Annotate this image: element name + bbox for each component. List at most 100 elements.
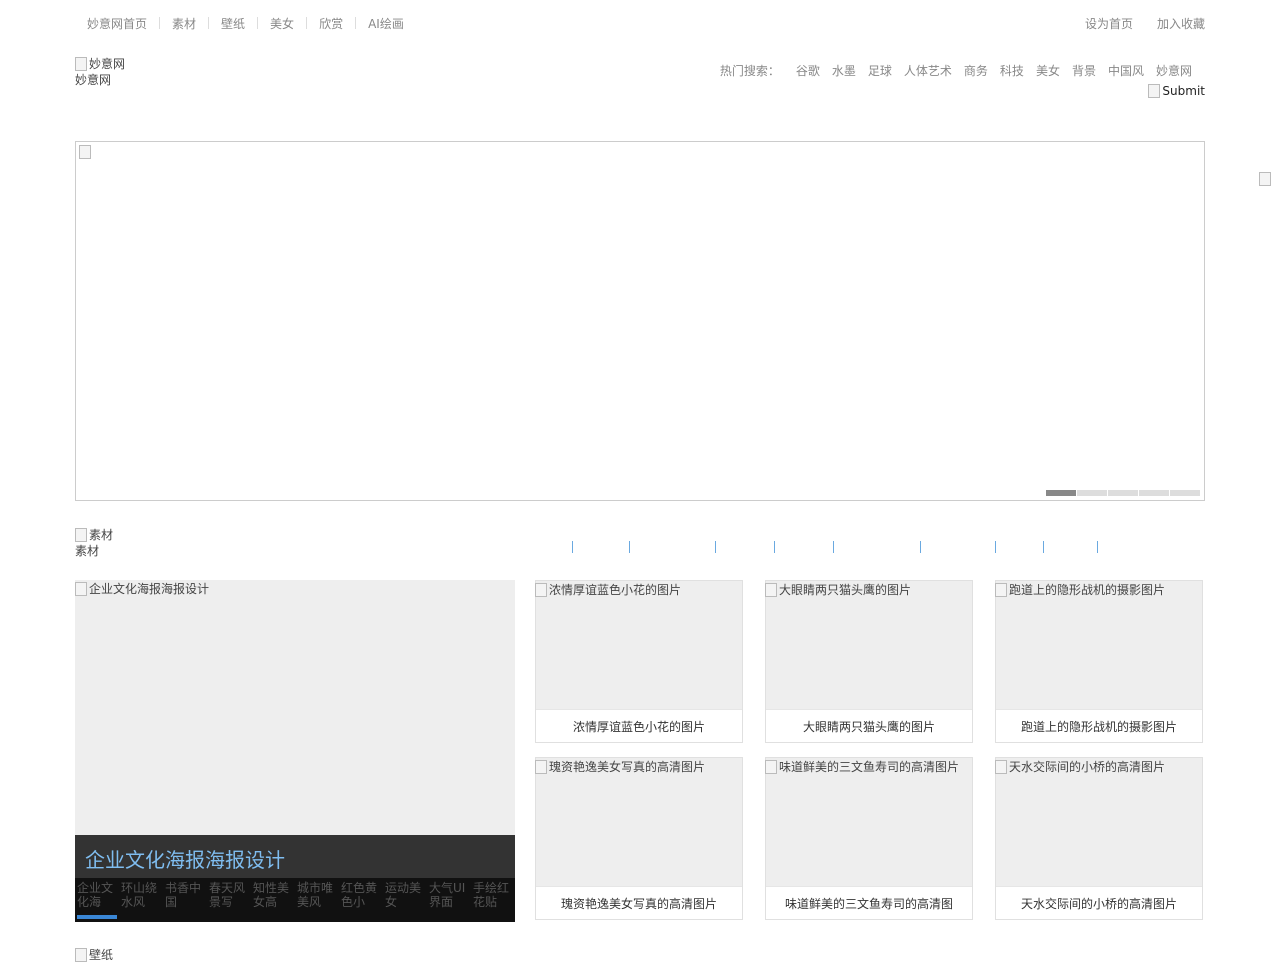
card-title[interactable]: 跑道上的隐形战机的摄影图片 bbox=[996, 709, 1202, 742]
feature-thumb[interactable]: 知性美女高 bbox=[251, 878, 295, 922]
feature-thumb[interactable]: 红色黄色小 bbox=[339, 878, 383, 922]
add-favorite-link[interactable]: 加入收藏 bbox=[1145, 15, 1205, 32]
nav-wallpaper-link[interactable]: 壁纸 bbox=[209, 15, 257, 32]
card-image: 瑰资艳逸美女写真的高清图片 bbox=[535, 758, 705, 775]
nav-ai-drawing-link[interactable]: AI绘画 bbox=[356, 15, 416, 32]
feature-image: 企业文化海报海报设计 bbox=[75, 580, 209, 597]
feature-thumbnails: 企业文化海 环山绕水风 书香中国 春天风景写 知性美女高 城市唯美风 红色黄色小… bbox=[75, 878, 515, 922]
card-title[interactable]: 浓情厚谊蓝色小花的图片 bbox=[536, 709, 742, 742]
slider-dots bbox=[1046, 490, 1200, 496]
section-tab[interactable] bbox=[716, 540, 774, 554]
hot-term-link[interactable]: 水墨 bbox=[832, 62, 856, 79]
thumb-alt: 企业文化海 bbox=[77, 881, 114, 909]
image-card[interactable]: 大眼睛两只猫头鹰的图片 大眼睛两只猫头鹰的图片 bbox=[765, 580, 973, 743]
section-tab[interactable] bbox=[1044, 540, 1097, 554]
hot-term-link[interactable]: 妙意网 bbox=[1156, 62, 1192, 79]
banner-slider[interactable] bbox=[75, 141, 1205, 501]
card-image-alt: 浓情厚谊蓝色小花的图片 bbox=[549, 583, 682, 597]
section-tabs bbox=[560, 540, 1098, 554]
slider-dot[interactable] bbox=[1077, 490, 1107, 496]
feature-thumb[interactable]: 企业文化海 bbox=[75, 878, 119, 922]
hot-term-link[interactable]: 背景 bbox=[1072, 62, 1096, 79]
broken-image-icon bbox=[995, 582, 1007, 597]
thumb-alt: 环山绕水风 bbox=[121, 881, 158, 909]
nav-appreciate-link[interactable]: 欣赏 bbox=[307, 15, 355, 32]
card-image: 浓情厚谊蓝色小花的图片 bbox=[535, 581, 681, 598]
feature-thumb[interactable]: 书香中国 bbox=[163, 878, 207, 922]
card-title[interactable]: 瑰资艳逸美女写真的高清图片 bbox=[536, 886, 742, 919]
feature-thumb[interactable]: 环山绕水风 bbox=[119, 878, 163, 922]
broken-image-icon bbox=[535, 582, 547, 597]
search-submit-button[interactable]: Submit bbox=[1148, 84, 1205, 98]
feature-image-alt: 企业文化海报海报设计 bbox=[89, 582, 210, 596]
nav-material-link[interactable]: 素材 bbox=[160, 15, 208, 32]
feature-thumb[interactable]: 春天风景写 bbox=[207, 878, 251, 922]
feature-caption-bar: 企业文化海报海报设计 bbox=[75, 835, 515, 878]
broken-image-icon bbox=[79, 145, 91, 159]
slider-dot[interactable] bbox=[1170, 490, 1200, 496]
thumb-alt: 红色黄色小 bbox=[341, 881, 378, 909]
logo-text: 妙意网 bbox=[75, 73, 112, 87]
section-icon: 素材 bbox=[75, 527, 113, 543]
card-image: 天水交际间的小桥的高清图片 bbox=[995, 758, 1165, 775]
image-card[interactable]: 浓情厚谊蓝色小花的图片 浓情厚谊蓝色小花的图片 bbox=[535, 580, 743, 743]
hot-search: 热门搜索： 谷歌 水墨 足球 人体艺术 商务 科技 美女 背景 中国风 妙意网 bbox=[720, 62, 1192, 79]
card-image: 味道鲜美的三文鱼寿司的高清图片 bbox=[765, 758, 959, 775]
hot-term-link[interactable]: 科技 bbox=[1000, 62, 1024, 79]
feature-thumb[interactable]: 城市唯美风 bbox=[295, 878, 339, 922]
card-title[interactable]: 天水交际间的小桥的高清图片 bbox=[996, 886, 1202, 919]
hot-term-link[interactable]: 人体艺术 bbox=[904, 62, 952, 79]
section-tab[interactable] bbox=[834, 540, 920, 554]
feature-slideshow[interactable]: 企业文化海报海报设计 企业文化海报海报设计 企业文化海 环山绕水风 书香中国 春… bbox=[75, 580, 515, 922]
card-image-alt: 大眼睛两只猫头鹰的图片 bbox=[779, 583, 912, 597]
broken-image-icon bbox=[75, 947, 87, 962]
broken-image-icon bbox=[535, 759, 547, 774]
site-logo[interactable]: 妙意网 妙意网 bbox=[75, 56, 125, 88]
section-tab[interactable] bbox=[775, 540, 833, 554]
nav-beauty-link[interactable]: 美女 bbox=[258, 15, 306, 32]
section-tab[interactable] bbox=[996, 540, 1043, 554]
section-tab[interactable] bbox=[573, 540, 629, 554]
broken-image-icon bbox=[765, 582, 777, 597]
hot-term-link[interactable]: 美女 bbox=[1036, 62, 1060, 79]
thumb-alt: 大气UI界面 bbox=[429, 881, 466, 909]
slider-dot[interactable] bbox=[1046, 490, 1076, 496]
hot-term-link[interactable]: 谷歌 bbox=[796, 62, 820, 79]
feature-thumb[interactable]: 大气UI界面 bbox=[427, 878, 471, 922]
image-card[interactable]: 瑰资艳逸美女写真的高清图片 瑰资艳逸美女写真的高清图片 bbox=[535, 757, 743, 920]
feature-thumb[interactable]: 手绘红花贴 bbox=[471, 878, 515, 922]
logo-image-alt: 妙意网 bbox=[89, 57, 126, 71]
section-wallpaper-header: 壁纸 bbox=[75, 946, 113, 963]
hot-term-link[interactable]: 足球 bbox=[868, 62, 892, 79]
set-homepage-link[interactable]: 设为首页 bbox=[1073, 15, 1145, 32]
slider-dot[interactable] bbox=[1139, 490, 1169, 496]
side-float-image-icon[interactable] bbox=[1259, 172, 1271, 186]
thumb-alt: 书香中国 bbox=[165, 881, 202, 909]
section-title: 素材 bbox=[75, 544, 100, 558]
hot-search-label: 热门搜索： bbox=[719, 64, 780, 78]
nav-home-link[interactable]: 妙意网首页 bbox=[75, 15, 159, 32]
feature-thumb[interactable]: 运动美女 bbox=[383, 878, 427, 922]
card-image-alt: 跑道上的隐形战机的摄影图片 bbox=[1009, 583, 1166, 597]
section-tab[interactable] bbox=[630, 540, 715, 554]
thumb-alt: 知性美女高 bbox=[253, 881, 290, 909]
card-title[interactable]: 味道鲜美的三文鱼寿司的高清图 bbox=[766, 886, 972, 919]
section-tab[interactable] bbox=[921, 540, 995, 554]
feature-caption[interactable]: 企业文化海报海报设计 bbox=[85, 844, 285, 873]
image-card[interactable]: 味道鲜美的三文鱼寿司的高清图片 味道鲜美的三文鱼寿司的高清图 bbox=[765, 757, 973, 920]
card-title[interactable]: 大眼睛两只猫头鹰的图片 bbox=[766, 709, 972, 742]
broken-image-icon bbox=[765, 759, 777, 774]
slider-dot[interactable] bbox=[1108, 490, 1138, 496]
broken-image-icon bbox=[995, 759, 1007, 774]
logo-image: 妙意网 bbox=[75, 56, 125, 72]
hot-term-link[interactable]: 中国风 bbox=[1108, 62, 1144, 79]
broken-image-icon bbox=[75, 528, 87, 542]
image-card[interactable]: 天水交际间的小桥的高清图片 天水交际间的小桥的高清图片 bbox=[995, 757, 1203, 920]
broken-image-icon bbox=[75, 581, 87, 596]
image-card[interactable]: 跑道上的隐形战机的摄影图片 跑道上的隐形战机的摄影图片 bbox=[995, 580, 1203, 743]
hot-term-link[interactable]: 商务 bbox=[964, 62, 988, 79]
top-right-links: 设为首页 加入收藏 bbox=[1073, 15, 1205, 31]
broken-image-icon bbox=[1148, 84, 1161, 98]
section-tab[interactable] bbox=[560, 540, 572, 554]
tab-divider bbox=[1097, 541, 1098, 553]
